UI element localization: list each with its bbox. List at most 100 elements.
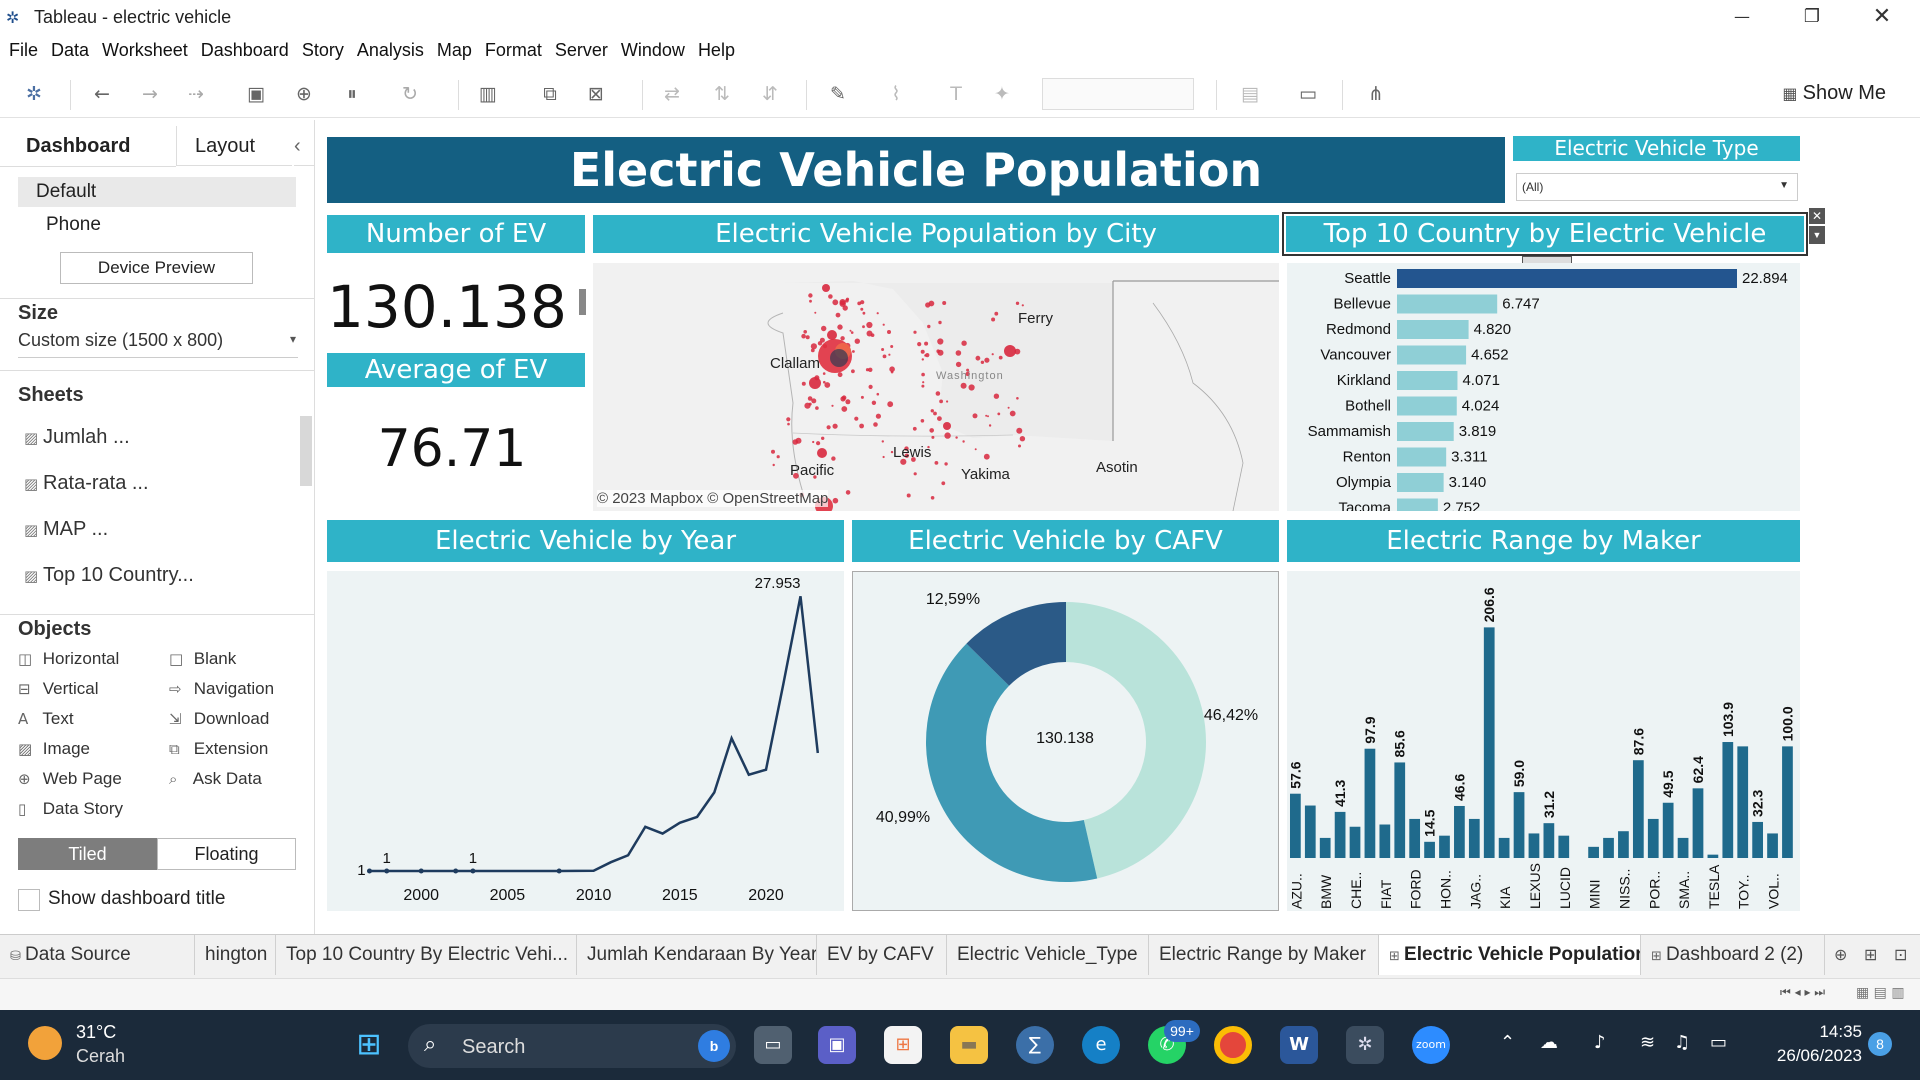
sheet-tab[interactable]: Electric Vehicle_Type	[947, 935, 1149, 975]
microphone-icon[interactable]: ♪	[1594, 1032, 1606, 1053]
battery-icon[interactable]: ▭	[1710, 1032, 1727, 1053]
filter-dropdown[interactable]: (All) ▼	[1516, 173, 1798, 201]
notification-badge[interactable]: 8	[1868, 1032, 1892, 1056]
new-datasource-icon[interactable]: ⊕	[292, 82, 316, 106]
device-phone[interactable]: Phone	[46, 210, 101, 240]
highlight-icon[interactable]: ✎	[826, 82, 850, 106]
menu-story[interactable]: Story	[302, 36, 344, 64]
object-web-page[interactable]: ⊕ Web Page	[18, 769, 122, 789]
close-button[interactable]: ✕	[1852, 0, 1912, 34]
object-vertical[interactable]: ⊟ Vertical	[18, 679, 98, 699]
save-icon[interactable]: ▣	[244, 82, 268, 106]
sheet-tab[interactable]: Jumlah Kendaraan By Year	[577, 935, 817, 975]
undo-icon[interactable]: ←	[90, 82, 114, 106]
windows-start-icon[interactable]: ⊞	[350, 1026, 388, 1064]
show-me-button[interactable]: ▦ Show Me	[1782, 82, 1886, 105]
share-icon[interactable]: ⋔	[1364, 82, 1388, 106]
fit-dropdown[interactable]	[1042, 78, 1194, 110]
scroll-thumb[interactable]	[579, 289, 586, 315]
menu-help[interactable]: Help	[698, 36, 735, 64]
object-extension[interactable]: ⧉ Extension	[169, 739, 268, 759]
object-download[interactable]: ⇲ Download	[169, 709, 269, 729]
map-canvas[interactable]	[593, 263, 1279, 511]
object-image[interactable]: ▨ Image	[18, 739, 90, 759]
replay-icon[interactable]: ⇢	[184, 82, 208, 106]
menu-server[interactable]: Server	[555, 36, 608, 64]
tableau-taskbar-icon[interactable]: ✲	[1346, 1026, 1384, 1064]
label-icon[interactable]: T	[944, 82, 968, 106]
clear-sheet-icon[interactable]: ⊠	[584, 82, 608, 106]
menu-format[interactable]: Format	[485, 36, 542, 64]
object-text[interactable]: A Text	[18, 709, 74, 729]
device-preview-button[interactable]: Device Preview	[60, 252, 253, 284]
group-icon[interactable]: ⌇	[884, 82, 908, 106]
tiled-button[interactable]: Tiled	[18, 838, 157, 870]
map-panel[interactable]: Ferry Clallam Washington Lewis Pacific Y…	[593, 263, 1279, 511]
sheet-item[interactable]: ▨ MAP ...	[24, 518, 108, 541]
calculator-icon[interactable]: ∑	[1016, 1026, 1054, 1064]
tab-dashboard[interactable]: Dashboard	[0, 126, 176, 166]
top10-title[interactable]: Top 10 Country by Electric Vehicle	[1282, 212, 1808, 256]
collapse-pane-icon[interactable]: ‹	[294, 126, 314, 166]
clock-time[interactable]: 14:35	[1782, 1022, 1862, 1042]
tab-data-source[interactable]: ⛁ Data Source	[0, 935, 195, 975]
edge-icon[interactable]: e	[1082, 1026, 1120, 1064]
word-icon[interactable]: W	[1280, 1026, 1318, 1064]
device-default[interactable]: Default	[18, 177, 296, 207]
close-icon[interactable]: ✕	[1809, 208, 1825, 224]
object-ask-data[interactable]: ⌕ Ask Data	[169, 769, 262, 789]
weather-icon[interactable]	[28, 1026, 62, 1060]
floating-button[interactable]: Floating	[157, 838, 296, 870]
tab-layout[interactable]: Layout	[176, 126, 292, 166]
menu-analysis[interactable]: Analysis	[357, 36, 424, 64]
new-worksheet-tab-icon[interactable]: ⊕	[1834, 945, 1847, 964]
swap-icon[interactable]: ⇄	[660, 82, 684, 106]
menu-file[interactable]: File	[9, 36, 38, 64]
sort-desc-icon[interactable]: ⇵	[758, 82, 782, 106]
volume-icon[interactable]: ♫	[1674, 1032, 1690, 1053]
teams-icon[interactable]: ▣	[818, 1026, 856, 1064]
menu-worksheet[interactable]: Worksheet	[102, 36, 188, 64]
sheet-tab[interactable]: ⊞ Dashboard 2 (2)	[1641, 935, 1825, 975]
tray-chevron-icon[interactable]: ⌃	[1500, 1032, 1515, 1053]
sheet-tab[interactable]: hington	[195, 935, 276, 975]
sheet-item[interactable]: ▨ Rata-rata ...	[24, 472, 149, 495]
sheet-tab[interactable]: Electric Range by Maker	[1149, 935, 1379, 975]
taskbar-search[interactable]: ⌕ Search b	[408, 1024, 736, 1068]
file-explorer-icon[interactable]: ▬	[950, 1026, 988, 1064]
sheets-scrollbar[interactable]	[300, 416, 312, 486]
menu-dashboard[interactable]: Dashboard	[201, 36, 289, 64]
object-navigation[interactable]: ⇨ Navigation	[169, 679, 274, 699]
redo-icon[interactable]: →	[138, 82, 162, 106]
zoom-icon[interactable]: zoom	[1412, 1026, 1450, 1064]
task-view-icon[interactable]: ▭	[754, 1026, 792, 1064]
sheet-tab-active[interactable]: ⊞ Electric Vehicle Population	[1379, 935, 1641, 975]
tableau-home-icon[interactable]: ✲	[22, 82, 46, 106]
first-page-icon[interactable]: ⏮ ◂ ▸ ⏭	[1780, 985, 1825, 1000]
restore-button[interactable]: ❐	[1782, 0, 1842, 34]
grid-view-icon[interactable]: ▦ ▤ ▥	[1856, 985, 1905, 1001]
clock-date[interactable]: 26/06/2023	[1762, 1046, 1862, 1066]
menu-map[interactable]: Map	[437, 36, 472, 64]
object-data-story[interactable]: ▯ Data Story	[18, 799, 123, 819]
onedrive-icon[interactable]: ☁	[1540, 1032, 1558, 1053]
refresh-icon[interactable]: ↻	[398, 82, 422, 106]
minimize-button[interactable]: —	[1712, 0, 1772, 34]
sheet-tab[interactable]: Top 10 Country By Electric Vehi...	[276, 935, 577, 975]
menu-data[interactable]: Data	[51, 36, 89, 64]
sheet-item[interactable]: ▨ Jumlah ...	[24, 426, 130, 449]
new-worksheet-icon[interactable]: ▥	[476, 82, 500, 106]
new-dashboard-tab-icon[interactable]: ⊞	[1864, 945, 1877, 964]
wifi-icon[interactable]: ≋	[1640, 1032, 1655, 1053]
duplicate-icon[interactable]: ⧉	[538, 82, 562, 106]
pin-icon[interactable]: ✦	[990, 82, 1014, 106]
show-title-checkbox[interactable]	[18, 889, 40, 911]
presentation-icon[interactable]: ▭	[1296, 82, 1320, 106]
show-cards-icon[interactable]: ▤	[1238, 82, 1262, 106]
menu-window[interactable]: Window	[621, 36, 685, 64]
sheet-item[interactable]: ▨ Top 10 Country...	[24, 564, 194, 587]
object-horizontal[interactable]: ◫ Horizontal	[18, 649, 119, 669]
size-dropdown[interactable]: Custom size (1500 x 800) ▾	[18, 330, 298, 358]
sheet-tab[interactable]: EV by CAFV	[817, 935, 947, 975]
chrome-icon[interactable]	[1214, 1026, 1252, 1064]
